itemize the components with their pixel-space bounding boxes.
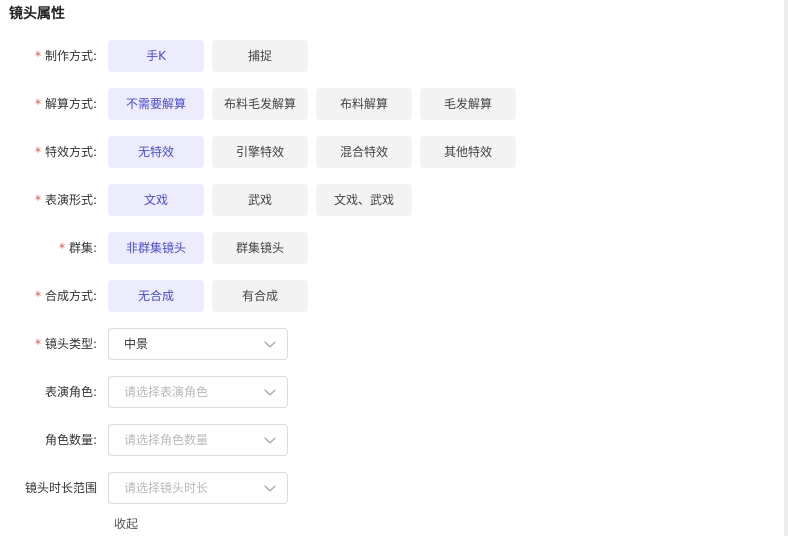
section-title: 镜头属性 <box>9 6 65 22</box>
option-capture[interactable]: 捕捉 <box>212 40 308 72</box>
chevron-down-icon <box>264 341 276 348</box>
performance-role-label: 表演角色: <box>44 385 97 399</box>
chevron-down-icon <box>264 389 276 396</box>
solve-method-label-text: 解算方式: <box>44 97 97 111</box>
shot-duration-select[interactable]: 请选择镜头时长 <box>108 472 288 504</box>
performance-role-row: 表演角色: 请选择表演角色 <box>0 376 760 408</box>
option-hair-solve[interactable]: 毛发解算 <box>420 88 516 120</box>
required-mark: * <box>34 49 41 63</box>
crowd-row: * 群集: 非群集镜头 群集镜头 <box>0 232 760 264</box>
shot-duration-row: 镜头时长范围 请选择镜头时长 <box>0 472 760 504</box>
performance-role-select[interactable]: 请选择表演角色 <box>108 376 288 408</box>
shot-attributes-panel: 镜头属性 * 制作方式: 手K 捕捉 * 解算方式: 不需要解算 布料毛发解算 布料… <box>0 0 788 536</box>
scrollbar[interactable] <box>784 0 788 536</box>
shot-type-value: 中景 <box>124 337 149 351</box>
solve-method-label: * 解算方式: <box>0 88 97 120</box>
shot-type-select[interactable]: 中景 <box>108 328 288 360</box>
chevron-down-icon <box>264 437 276 444</box>
option-non-crowd-shot[interactable]: 非群集镜头 <box>108 232 204 264</box>
performance-form-row: * 表演形式: 文戏 武戏 文戏、武戏 <box>0 184 760 216</box>
option-no-effects[interactable]: 无特效 <box>108 136 204 168</box>
role-count-placeholder: 请选择角色数量 <box>124 433 209 447</box>
compositing-method-row: * 合成方式: 无合成 有合成 <box>0 280 760 312</box>
option-drama[interactable]: 文戏 <box>108 184 204 216</box>
performance-form-label-text: 表演形式: <box>44 193 97 207</box>
required-mark: * <box>34 289 41 303</box>
collapse-link[interactable]: 收起 <box>114 514 138 534</box>
option-other-effects[interactable]: 其他特效 <box>420 136 516 168</box>
shot-type-label: * 镜头类型: <box>0 328 97 360</box>
shot-duration-placeholder: 请选择镜头时长 <box>124 481 209 495</box>
option-cloth-hair-solve[interactable]: 布料毛发解算 <box>212 88 308 120</box>
performance-form-label: * 表演形式: <box>0 184 97 216</box>
effects-method-label-text: 特效方式: <box>44 145 97 159</box>
shot-type-row: * 镜头类型: 中景 <box>0 328 760 360</box>
compositing-method-label-text: 合成方式: <box>44 289 97 303</box>
required-mark: * <box>58 241 65 255</box>
required-mark: * <box>34 337 41 351</box>
option-action[interactable]: 武戏 <box>212 184 308 216</box>
option-engine-effects[interactable]: 引擎特效 <box>212 136 308 168</box>
chevron-down-icon <box>264 485 276 492</box>
solve-method-row: * 解算方式: 不需要解算 布料毛发解算 布料解算 毛发解算 <box>0 88 760 120</box>
role-count-row: 角色数量: 请选择角色数量 <box>0 424 760 456</box>
role-count-label: 角色数量: <box>44 433 97 447</box>
option-crowd-shot[interactable]: 群集镜头 <box>212 232 308 264</box>
production-method-row: * 制作方式: 手K 捕捉 <box>0 40 760 72</box>
required-mark: * <box>34 97 41 111</box>
performance-role-placeholder: 请选择表演角色 <box>124 385 209 399</box>
production-method-label-text: 制作方式: <box>44 49 97 63</box>
role-count-select[interactable]: 请选择角色数量 <box>108 424 288 456</box>
crowd-label: * 群集: <box>0 232 97 264</box>
required-mark: * <box>34 193 41 207</box>
crowd-label-text: 群集: <box>68 241 97 255</box>
option-hand-k[interactable]: 手K <box>108 40 204 72</box>
option-cloth-solve[interactable]: 布料解算 <box>316 88 412 120</box>
option-drama-action[interactable]: 文戏、武戏 <box>316 184 412 216</box>
effects-method-label: * 特效方式: <box>0 136 97 168</box>
option-no-compositing[interactable]: 无合成 <box>108 280 204 312</box>
shot-type-label-text: 镜头类型: <box>44 337 97 351</box>
production-method-label: * 制作方式: <box>0 40 97 72</box>
effects-method-row: * 特效方式: 无特效 引擎特效 混合特效 其他特效 <box>0 136 760 168</box>
shot-duration-label: 镜头时长范围 <box>24 481 97 495</box>
required-mark: * <box>34 145 41 159</box>
option-mixed-effects[interactable]: 混合特效 <box>316 136 412 168</box>
option-with-compositing[interactable]: 有合成 <box>212 280 308 312</box>
compositing-method-label: * 合成方式: <box>0 280 97 312</box>
option-no-solve[interactable]: 不需要解算 <box>108 88 204 120</box>
